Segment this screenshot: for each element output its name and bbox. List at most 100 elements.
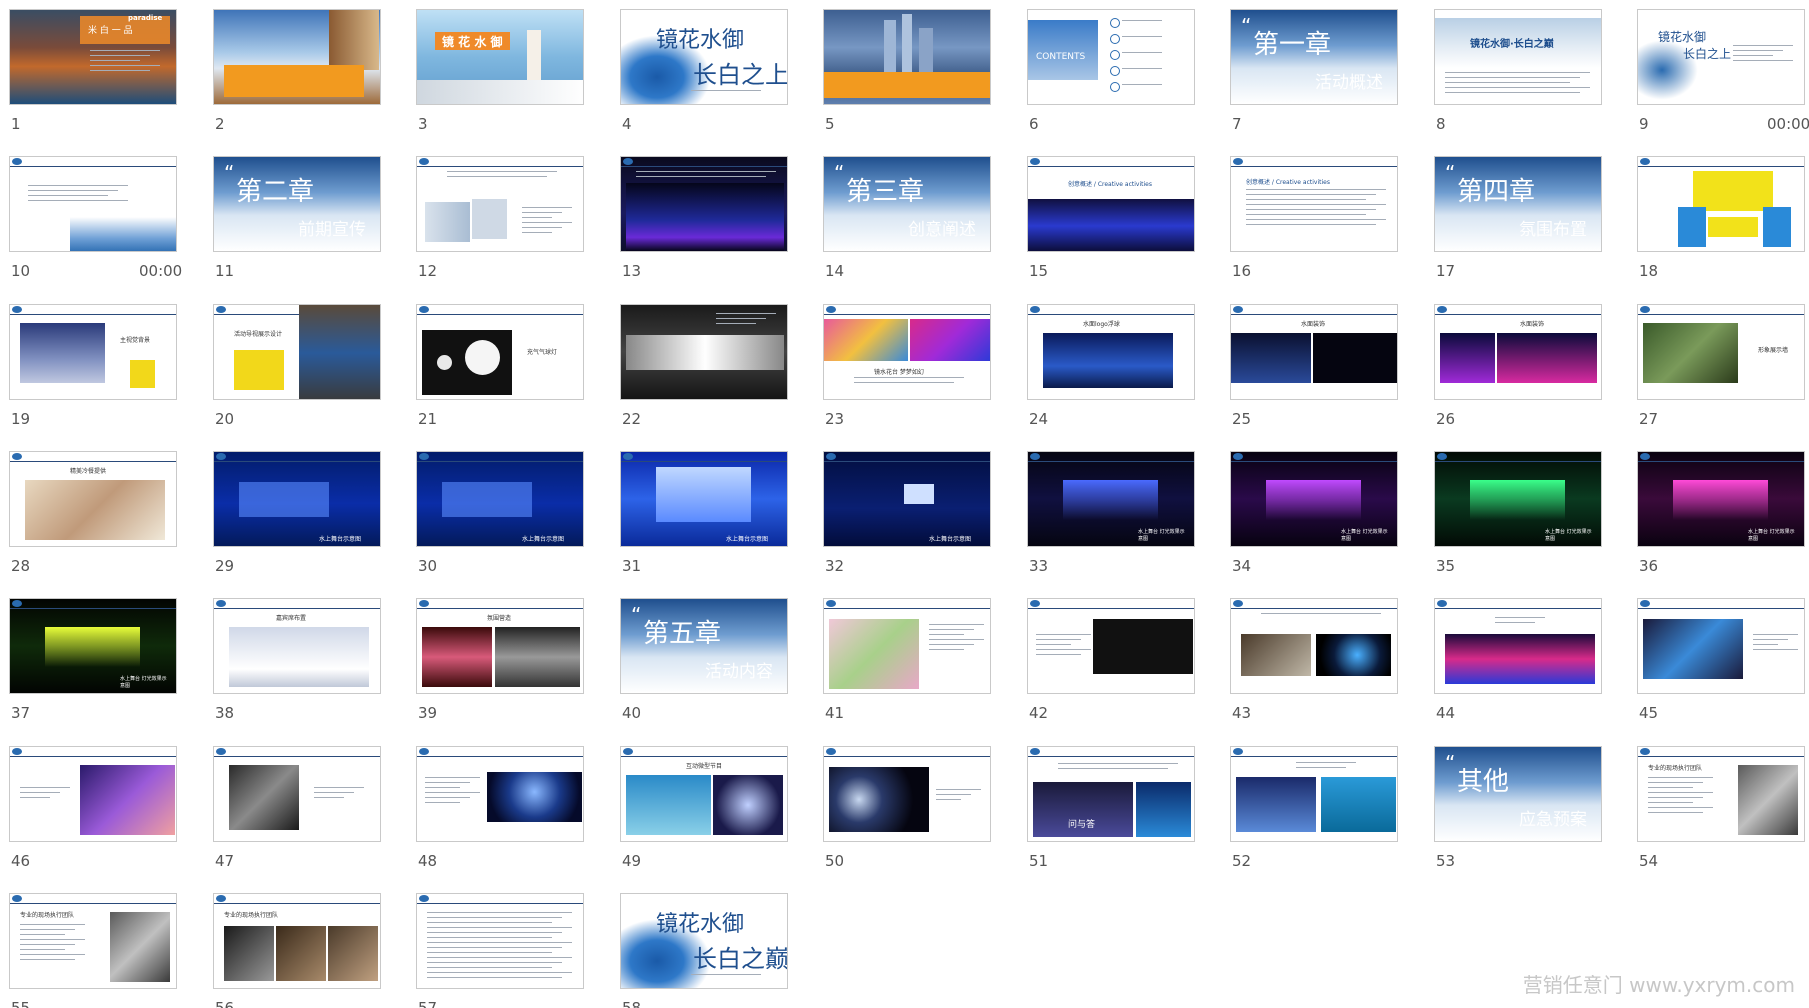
slide-thumbnail[interactable]: 主视觉背景 [9, 304, 177, 400]
stage-photo [713, 775, 783, 835]
slide-thumbnail[interactable]: 创意概述 / Creative activities [1027, 156, 1195, 252]
exhibit-wall-photo [1643, 323, 1738, 383]
water-stage-image [656, 467, 751, 522]
text-line [1495, 617, 1545, 618]
slide-thumbnail[interactable]: 水上舞台 灯光效果示意图 [1637, 451, 1805, 547]
slide-thumbnail[interactable]: “第二章 前期宣传 [213, 156, 381, 252]
text-line [716, 323, 756, 324]
slide-thumbnail[interactable] [416, 156, 584, 252]
slide-thumbnail[interactable]: 水上舞台 灯光效果示意图 [1027, 451, 1195, 547]
slide-thumbnail[interactable]: 创意概述 / Creative activities [1230, 156, 1398, 252]
slide-thumbnail[interactable] [823, 9, 991, 105]
bottles-image [425, 202, 470, 242]
slide-thumbnail[interactable]: 专业的现场执行团队 [1637, 746, 1805, 842]
slide-thumbnail[interactable] [1637, 156, 1805, 252]
slide-thumbnail[interactable] [213, 746, 381, 842]
slide-thumbnail[interactable] [213, 9, 381, 105]
water-stage-image [904, 484, 934, 504]
concert-stage-image [1673, 480, 1768, 520]
slide-text: 活动导视展示设计 [234, 331, 283, 338]
slide-thumbnail[interactable] [823, 598, 991, 694]
slide-thumbnail[interactable]: 充气气球灯 [416, 304, 584, 400]
text-line [1122, 52, 1162, 53]
slide-thumbnail[interactable]: “第三章 创意阐述 [823, 156, 991, 252]
slide-text: 镜花水御 [656, 28, 745, 53]
slide-thumbnail[interactable] [1230, 598, 1398, 694]
header-rule [1435, 461, 1601, 462]
text-line [427, 927, 572, 928]
slide-thumbnail[interactable]: 镜花水御 长白之上 [1637, 9, 1805, 105]
slide-thumbnail[interactable]: 形象展示墙 [1637, 304, 1805, 400]
slide-thumbnail[interactable] [9, 746, 177, 842]
slide-thumbnail[interactable]: 水上舞台示意图 [620, 451, 788, 547]
slide-thumbnail[interactable]: 精美冷餐提供 [9, 451, 177, 547]
slide-thumbnail[interactable]: 嘉宾席布置 [213, 598, 381, 694]
slide-thumbnail[interactable]: 镜 花 水 御 [416, 9, 584, 105]
company-logo-icon [1233, 453, 1243, 460]
slide-thumbnail[interactable]: 活动导视展示设计 [213, 304, 381, 400]
slide-content: 镜花水御 长白之上 [1638, 10, 1804, 104]
slide-thumbnail[interactable] [1230, 746, 1398, 842]
text-line [1648, 797, 1703, 798]
slide-thumbnail[interactable]: 水面装饰 [1434, 304, 1602, 400]
bullet-icon [1110, 18, 1120, 28]
slide-thumbnail[interactable]: paradise 米 白 一 品 [9, 9, 177, 105]
slide-thumbnail[interactable] [1027, 598, 1195, 694]
slide-thumbnail[interactable]: 氛围营造 [416, 598, 584, 694]
slide-thumbnail[interactable] [823, 746, 991, 842]
slide-thumbnail[interactable] [620, 304, 788, 400]
slide-number: 20 [215, 410, 235, 428]
company-logo-icon [419, 748, 429, 755]
text-line [1246, 209, 1376, 210]
slide-content: “第五章 活动内容 [621, 599, 787, 693]
slide-thumbnail[interactable]: 水面装饰 [1230, 304, 1398, 400]
slide-thumbnail[interactable]: 镜花水御·长白之巅 [1434, 9, 1602, 105]
slide-text: 嘉宾席布置 [276, 615, 307, 622]
slide-header [1028, 452, 1194, 461]
company-logo-icon [1640, 600, 1650, 607]
slide-thumbnail[interactable]: 镜花水御 长白之上 [620, 9, 788, 105]
concert-stage-image [1266, 480, 1361, 520]
slide-thumbnail[interactable]: “第五章 活动内容 [620, 598, 788, 694]
slide-thumbnail[interactable]: 水上舞台示意图 [416, 451, 584, 547]
slide-number: 23 [825, 410, 845, 428]
text-line [427, 977, 562, 978]
slide-thumbnail[interactable]: 问与答 [1027, 746, 1195, 842]
slide-thumbnail[interactable] [416, 746, 584, 842]
slide-thumbnail[interactable] [416, 893, 584, 989]
slide-text: 专业的现场执行团队 [20, 912, 75, 919]
slide-thumbnail[interactable] [9, 156, 177, 252]
slide-thumbnail[interactable]: 水上舞台 灯光效果示意图 [9, 598, 177, 694]
company-logo-icon [1030, 158, 1040, 165]
slide-thumbnail[interactable]: 互动微型节目 [620, 746, 788, 842]
company-logo-icon [216, 600, 226, 607]
slide-thumbnail[interactable]: “第四章 氛围布置 [1434, 156, 1602, 252]
slide-thumbnail[interactable]: 水上舞台示意图 [823, 451, 991, 547]
slide-thumbnail[interactable]: 水上舞台 灯光效果示意图 [1230, 451, 1398, 547]
dancers-photo [829, 619, 919, 689]
slide-thumbnail[interactable] [620, 156, 788, 252]
slide-thumbnail[interactable] [1637, 598, 1805, 694]
slide-content: 活动导视展示设计 [214, 305, 380, 399]
slide-thumbnail[interactable]: 水上舞台示意图 [213, 451, 381, 547]
slide-thumbnail[interactable] [1434, 598, 1602, 694]
slide-text: 形象展示墙 [1758, 347, 1789, 354]
slide-thumbnail[interactable]: 镜水花台 梦梦如幻 [823, 304, 991, 400]
slide-thumbnail[interactable]: 镜花水御 长白之巅 [620, 893, 788, 989]
company-logo-icon [623, 453, 633, 460]
team-photo [224, 926, 274, 981]
company-logo-icon [419, 895, 429, 902]
slide-thumbnail[interactable]: CONTENTS [1027, 9, 1195, 105]
ship-sail-image [329, 10, 379, 70]
slide-header [824, 747, 990, 756]
slide-thumbnail[interactable]: 水面logo浮球 [1027, 304, 1195, 400]
slide-thumbnail[interactable]: 专业的现场执行团队 [9, 893, 177, 989]
text-line [1733, 60, 1793, 61]
slide-thumbnail[interactable]: 水上舞台 灯光效果示意图 [1434, 451, 1602, 547]
slide-thumbnail[interactable]: “第一章 活动概述 [1230, 9, 1398, 105]
slide-thumbnail[interactable]: “其他 应急预案 [1434, 746, 1602, 842]
slide-text: 水上舞台示意图 [522, 536, 565, 543]
slide-thumbnail[interactable]: 专业的现场执行团队 [213, 893, 381, 989]
slide-content [417, 747, 583, 841]
text-line [90, 50, 160, 51]
